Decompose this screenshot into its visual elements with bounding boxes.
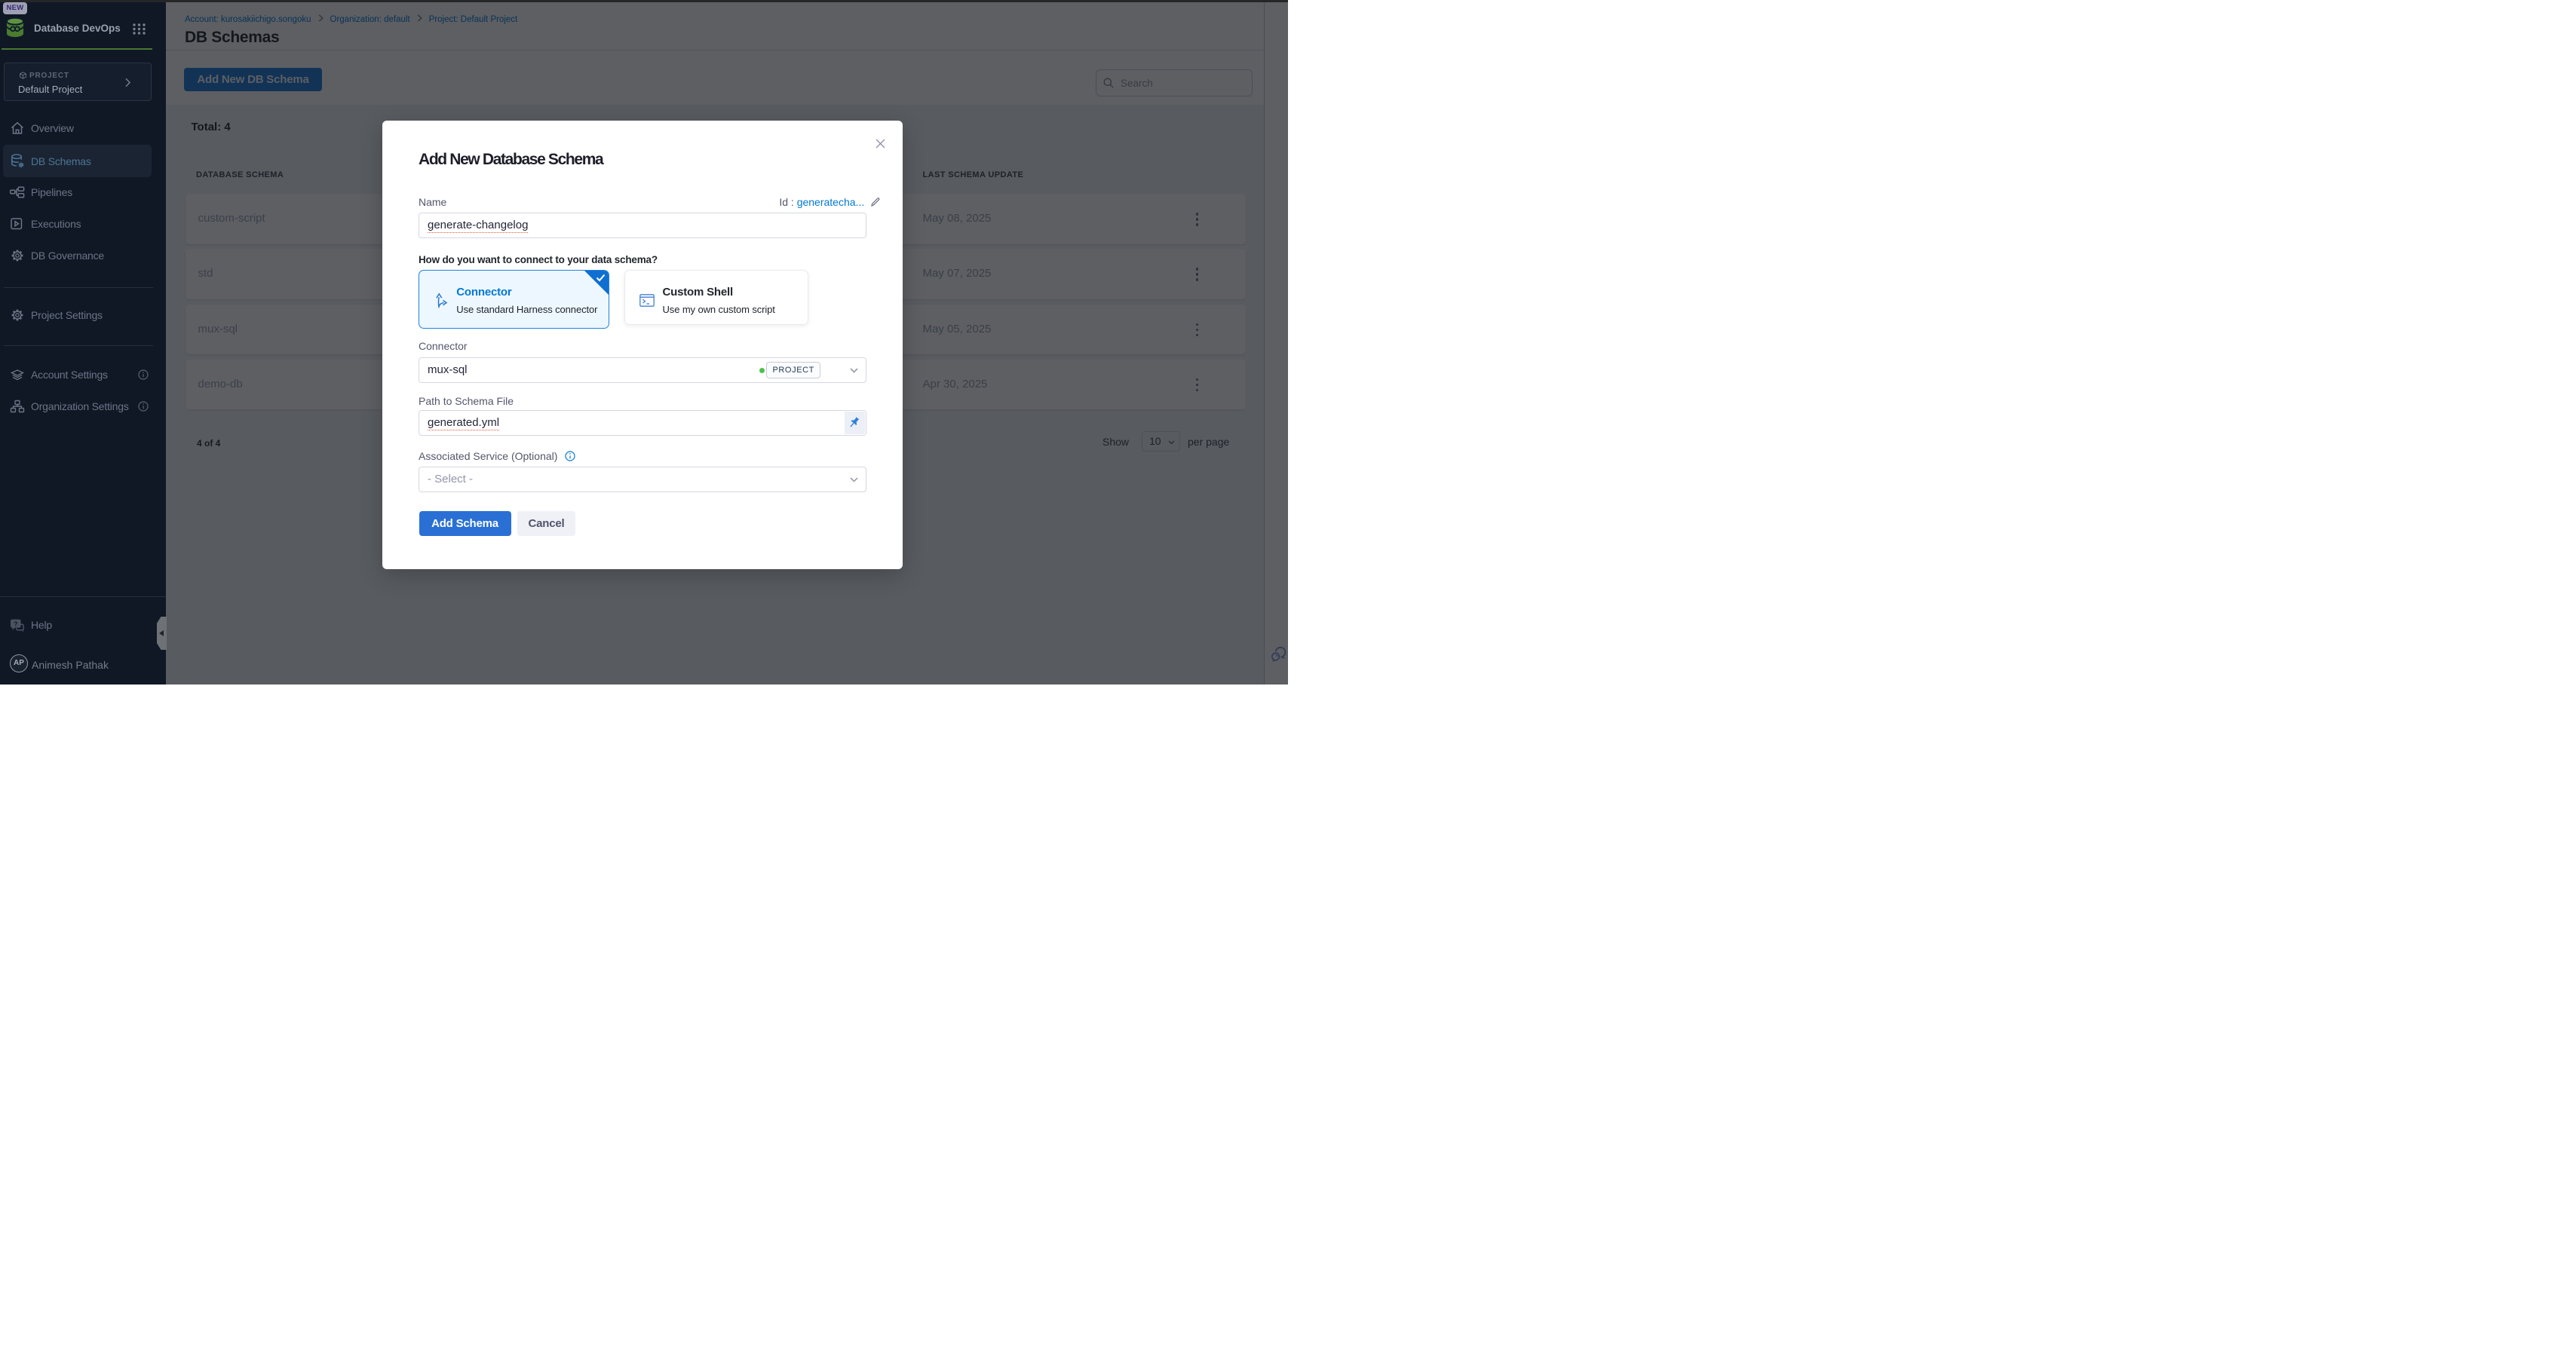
svg-text:?: ?: [14, 620, 17, 627]
